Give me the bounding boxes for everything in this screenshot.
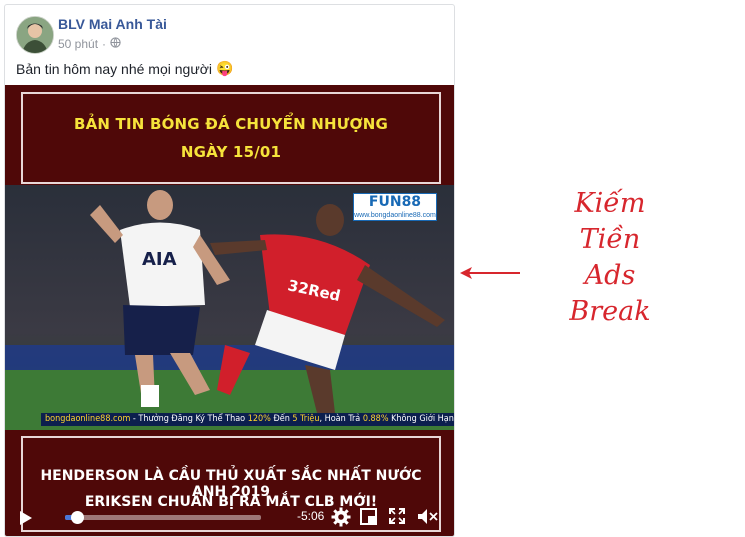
post-meta: 50 phút · xyxy=(58,37,121,51)
fullscreen-icon[interactable] xyxy=(389,508,405,529)
promo-pct2: 0.88% xyxy=(362,414,389,424)
jersey-text-left: AIA xyxy=(142,249,177,270)
promo-amount: 5 Triệu xyxy=(292,414,320,424)
promo-site: bongdaonline88.com xyxy=(45,414,131,424)
gear-icon[interactable] xyxy=(331,507,351,532)
video-title-line2: NGÀY 15/01 xyxy=(180,143,282,161)
avatar[interactable] xyxy=(16,16,54,54)
promo-text2: Đến xyxy=(270,414,293,424)
post-text: Bản tin hôm nay nhé mọi người 😜 xyxy=(16,60,233,77)
time-remaining: -5:06 xyxy=(297,509,325,523)
logo-brand: FUN88 xyxy=(368,194,422,210)
post-body: Bản tin hôm nay nhé mọi người xyxy=(16,60,212,77)
video-title-box: BẢN TIN BÓNG ĐÁ CHUYỂN NHƯỢNG NGÀY 15/01 xyxy=(21,92,441,184)
globe-icon[interactable] xyxy=(110,37,121,51)
miniplayer-icon[interactable] xyxy=(360,508,377,530)
video-progress-bar[interactable] xyxy=(65,511,261,524)
facebook-post-card: BLV Mai Anh Tài 50 phút · Bản tin hôm na… xyxy=(4,4,455,537)
post-author-name[interactable]: BLV Mai Anh Tài xyxy=(58,16,167,32)
ads-break-annotation: Kiếm Tiền Ads Break xyxy=(540,186,680,330)
logo-site: www.bongdaonline88.com xyxy=(354,212,436,219)
video-title-line1: BẢN TIN BÓNG ĐÁ CHUYỂN NHƯỢNG xyxy=(73,115,389,133)
football-photo: AIA 32Red FUN88 www.bongdaonline88.com b… xyxy=(5,185,454,430)
annotation-line1: Kiếm Tiền xyxy=(574,188,646,255)
play-icon[interactable] xyxy=(19,510,33,531)
promo-banner: bongdaonline88.com - Thưởng Đăng Ký Thể … xyxy=(41,413,454,426)
annotation-line2: Ads Break xyxy=(569,260,651,327)
promo-text3: , Hoàn Trả xyxy=(319,414,363,424)
progress-knob[interactable] xyxy=(70,511,84,524)
wink-emoji-icon: 😜 xyxy=(216,60,234,76)
promo-text4: Không Giới Hạn xyxy=(388,414,454,424)
video-player[interactable]: BẢN TIN BÓNG ĐÁ CHUYỂN NHƯỢNG NGÀY 15/01 xyxy=(5,85,454,536)
promo-pct1: 120% xyxy=(247,414,271,424)
arrow-left-icon xyxy=(460,267,520,279)
fun88-logo: FUN88 www.bongdaonline88.com xyxy=(353,193,437,221)
promo-text1: - Thưởng Đăng Ký Thể Thao xyxy=(130,414,248,424)
volume-muted-icon[interactable] xyxy=(417,508,439,530)
post-timestamp[interactable]: 50 phút xyxy=(58,37,98,51)
